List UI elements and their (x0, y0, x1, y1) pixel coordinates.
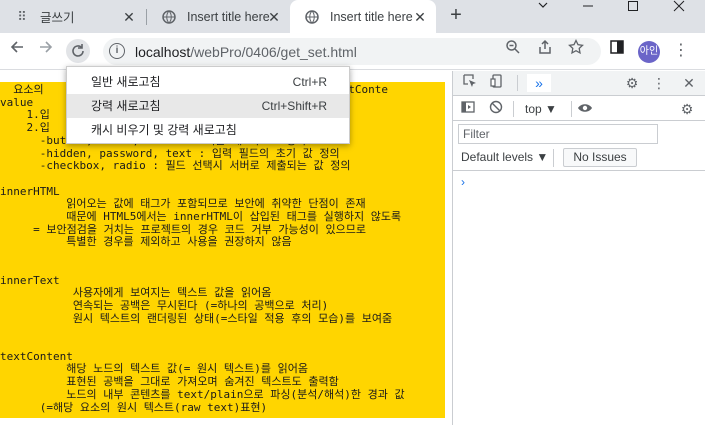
browser-toolbar: i localhost/webPro/0406/get_set.html ⋮ (0, 33, 705, 70)
context-selector[interactable]: top ▼ (525, 102, 557, 116)
text-line: 1.입 (0, 108, 50, 122)
text-line: textContent (0, 349, 73, 363)
menu-item-normal-reload[interactable]: 일반 새로고침 Ctrl+R (67, 70, 349, 94)
text-line: (=해당 요소의 원시 텍스트(raw text)표현) (0, 400, 268, 414)
kebab-menu-icon[interactable]: ⋮ (669, 39, 693, 63)
filter-input[interactable]: Filter (458, 124, 658, 144)
text-line: 읽어오는 값에 태그가 포함되므로 보안에 취약한 단점이 존재 (0, 197, 366, 211)
issues-button[interactable]: No Issues (563, 148, 637, 167)
avatar[interactable]: 아인 (638, 41, 660, 63)
menu-item-label: 일반 새로고침 (91, 75, 161, 89)
text-line: value (0, 95, 34, 109)
text-line: 2.입 (0, 121, 50, 135)
side-panel-icon[interactable] (605, 39, 629, 63)
url-text: localhost/webPro/0406/get_set.html (135, 44, 357, 60)
site-info-icon[interactable]: i (109, 43, 125, 59)
close-devtools-icon[interactable]: ✕ (680, 74, 698, 92)
text-line: 표현된 공백을 그대로 가져오며 숨겨진 텍스트도 출력함 (0, 375, 339, 389)
log-levels-dropdown[interactable]: Default levels ▼ (461, 150, 548, 164)
back-arrow-icon[interactable] (5, 39, 29, 63)
console-settings-gear-icon[interactable]: ⚙ (678, 100, 696, 118)
toolbar-divider (553, 149, 554, 167)
devtools-tabbar: » ⚙ ⋮ ✕ (453, 71, 705, 96)
grid-dots-icon: ⠿ (17, 8, 27, 24)
inspect-element-icon[interactable] (461, 74, 479, 92)
globe-icon (161, 9, 177, 25)
text-line: 사용자에게 보여지는 텍스트 값을 읽어옴 (0, 286, 272, 300)
console-prompt[interactable]: › (461, 175, 465, 189)
globe-icon (304, 9, 320, 25)
text-line: -checkbox, radio : 필드 선택시 서버로 제출되는 값 정의 (0, 159, 351, 173)
menu-item-empty-cache-hard-reload[interactable]: 캐시 비우기 및 강력 새로고침 (67, 118, 349, 142)
tab-2[interactable]: Insert title here ✕ (147, 0, 290, 33)
menu-item-label: 캐시 비우기 및 강력 새로고침 (91, 123, 237, 137)
text-line: 연속되는 공백은 무시된다 (=하나의 공백으로 처리) (0, 298, 329, 312)
text-line: innerText (0, 273, 60, 287)
bookmark-star-icon[interactable] (564, 38, 588, 63)
maximize-window-icon[interactable] (610, 0, 656, 18)
zoom-icon[interactable] (501, 39, 525, 63)
close-window-icon[interactable] (656, 0, 702, 18)
console-divider (453, 170, 705, 171)
close-tab-icon[interactable]: ✕ (266, 9, 282, 25)
new-tab-button[interactable]: + (445, 5, 467, 27)
text-line: 때문에 HTML5에서는 innerHTML이 삽입된 태그를 실행하지 않도록 (0, 210, 402, 223)
minimize-window-icon[interactable] (565, 0, 611, 18)
text-line: 노드의 내부 콘텐츠를 text/plain으로 파싱(분석/해석)한 경과 값 (0, 387, 405, 401)
text-line: innerHTML (0, 184, 60, 198)
forward-arrow-icon[interactable] (34, 39, 58, 63)
tab-strip: ⠿ 글쓰기 ✕ Insert title here ✕ Insert title… (0, 0, 705, 33)
settings-gear-icon[interactable]: ⚙ (623, 74, 641, 92)
device-toolbar-icon[interactable] (488, 74, 506, 92)
text-line: 원시 텍스트의 랜더링된 상태(=스타일 적용 후의 모습)를 보여줌 (0, 311, 393, 325)
console-toolbar: top ▼ ⚙ (453, 97, 705, 121)
more-tabs-button[interactable]: » (527, 74, 551, 92)
reload-context-menu: 일반 새로고침 Ctrl+R 강력 새로고침 Ctrl+Shift+R 캐시 비… (66, 66, 350, 144)
address-bar[interactable]: i localhost/webPro/0406/get_set.html (103, 38, 601, 65)
toolbar-divider (517, 75, 518, 91)
close-tab-icon[interactable]: ✕ (412, 9, 428, 25)
reload-icon[interactable] (66, 39, 90, 63)
menu-item-label: 강력 새로고침 (91, 99, 161, 113)
tab-1[interactable]: ⠿ 글쓰기 ✕ (0, 0, 145, 33)
url-host: localhost (135, 44, 191, 60)
sidebar-toggle-icon[interactable] (459, 100, 477, 118)
eye-icon[interactable] (576, 100, 594, 118)
devtools-panel: » ⚙ ⋮ ✕ top ▼ ⚙ Filter Default levels ▼ … (452, 71, 705, 425)
url-path: /webPro/0406/get_set.html (190, 44, 357, 60)
toolbar-divider (571, 101, 572, 117)
menu-item-hard-reload[interactable]: 강력 새로고침 Ctrl+Shift+R (67, 94, 349, 118)
text-line: 해당 노드의 텍스트 값(= 원시 텍스트)를 읽어옴 (0, 362, 308, 376)
share-icon[interactable] (533, 39, 557, 63)
text-line: = 보안점검을 거치는 프로젝트의 경우 코드 거부 가능성이 있으므로 (0, 222, 366, 236)
menu-item-shortcut: Ctrl+Shift+R (261, 99, 327, 113)
text-line: -hidden, password, text : 입력 필드의 초기 값 정의 (0, 146, 340, 160)
clear-console-icon[interactable] (487, 100, 505, 118)
tab-3-active[interactable]: Insert title here ✕ (290, 0, 436, 33)
menu-item-shortcut: Ctrl+R (292, 75, 327, 89)
minimize-button[interactable] (520, 0, 566, 18)
toolbar-divider (513, 101, 514, 117)
devtools-kebab-icon[interactable]: ⋮ (650, 74, 668, 92)
text-line: 특별한 경우를 제외하고 사용을 권장하지 않음 (0, 235, 292, 249)
close-tab-icon[interactable]: ✕ (121, 9, 137, 25)
